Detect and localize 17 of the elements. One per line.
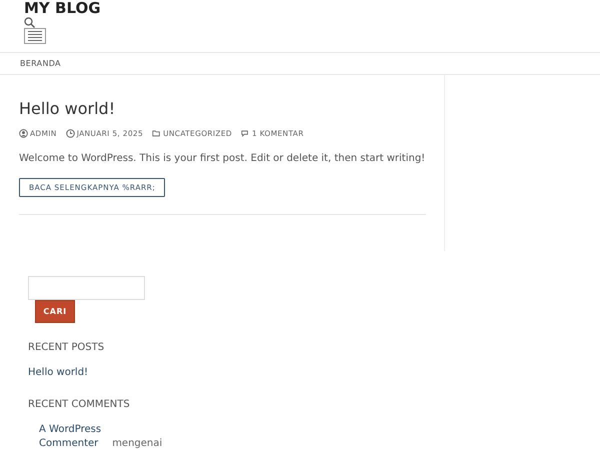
post-link[interactable]: Hello world!	[28, 366, 88, 380]
site-title[interactable]: MY BLOG	[24, 0, 101, 16]
post-excerpt: Welcome to WordPress. This is your first post. Edit or delete it, then start writing!	[19, 152, 426, 165]
comment-icon	[240, 129, 250, 138]
search-button[interactable]: CARI	[35, 300, 75, 323]
widget-heading: RECENT COMMENTS	[28, 398, 130, 411]
menu-button[interactable]	[24, 28, 46, 44]
search-field[interactable]	[28, 276, 145, 300]
user-icon	[19, 129, 28, 138]
post-title[interactable]: Hello world!	[19, 99, 426, 119]
search-icon[interactable]	[24, 17, 35, 28]
clock-icon	[66, 129, 75, 138]
author-link[interactable]: A WordPress Commenter	[39, 423, 109, 450]
nav-link[interactable]: BERANDA	[20, 58, 61, 69]
widget-heading: RECENT POSTS	[28, 341, 104, 354]
folder-icon	[152, 129, 162, 138]
comment-text: mengenai	[112, 438, 162, 449]
